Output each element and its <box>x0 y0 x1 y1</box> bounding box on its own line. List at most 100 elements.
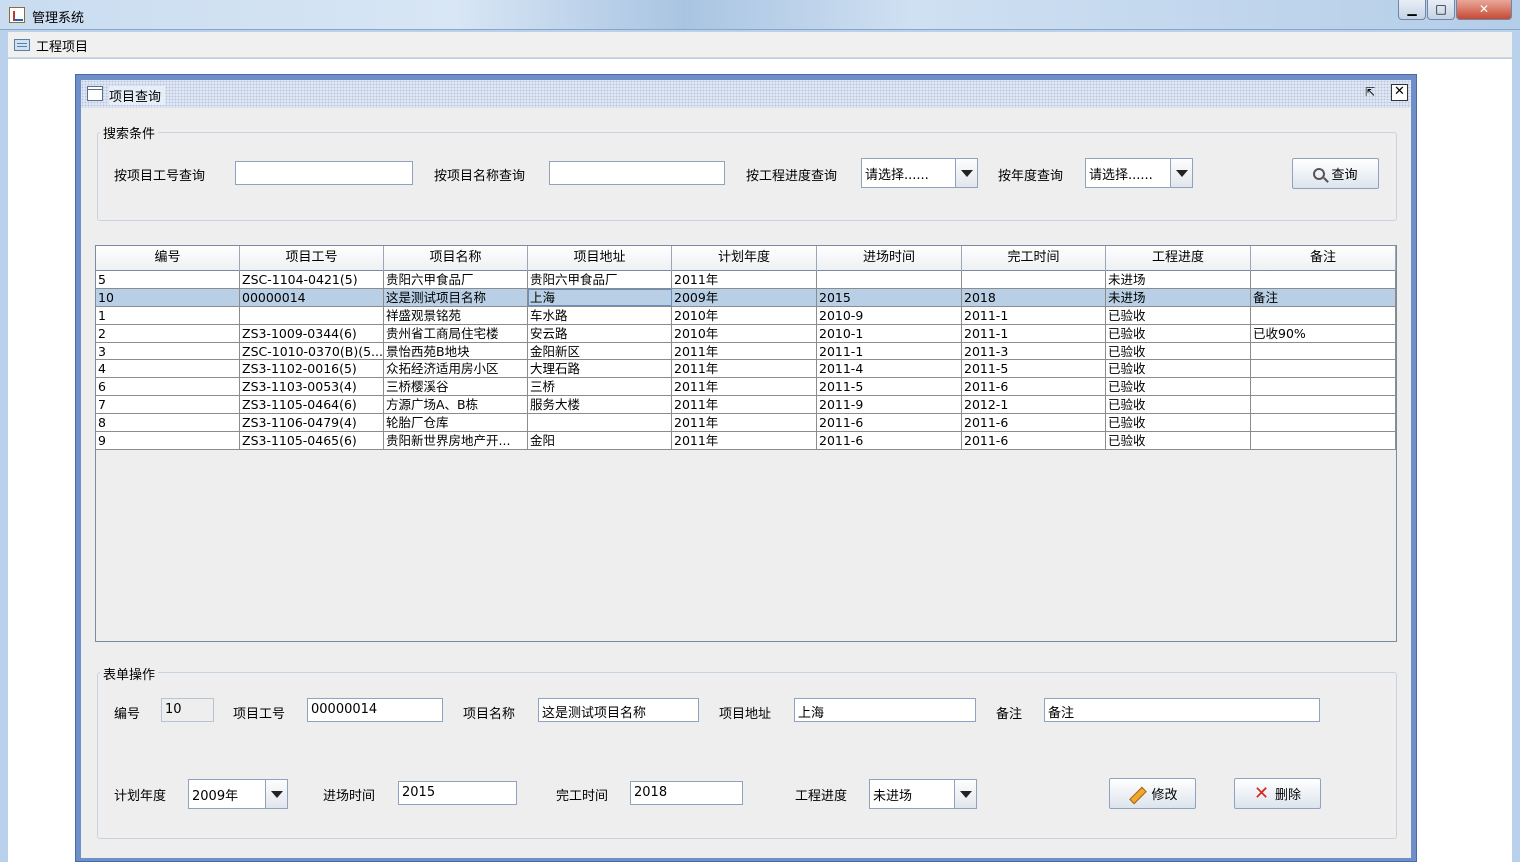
table-cell[interactable]: 众拓经济适用房小区 <box>384 360 528 378</box>
column-header[interactable]: 项目工号 <box>240 246 384 271</box>
table-cell[interactable]: 已验收 <box>1106 396 1251 414</box>
table-cell[interactable] <box>1251 396 1396 414</box>
table-cell[interactable]: 5 <box>96 271 240 288</box>
table-cell[interactable]: 2011年 <box>672 378 817 396</box>
maximize-button[interactable]: □ <box>1427 0 1455 20</box>
table-cell[interactable]: 已验收 <box>1106 414 1251 432</box>
minimize-button[interactable]: ▁ <box>1398 0 1426 20</box>
query-button[interactable]: 查询 <box>1292 158 1379 189</box>
form-name-input[interactable]: 这是测试项目名称 <box>538 698 699 722</box>
table-row[interactable]: 4 ZS3-1102-0016(5) 众拓经济适用房小区 大理石路 2011年 2011-… <box>96 360 1396 379</box>
table-cell[interactable]: 服务大楼 <box>528 396 672 414</box>
table-cell[interactable]: 2011年 <box>672 271 817 288</box>
column-header[interactable]: 完工时间 <box>962 246 1106 271</box>
table-cell[interactable] <box>240 306 384 324</box>
table-cell[interactable]: 已验收 <box>1106 360 1251 378</box>
delete-button[interactable]: ✕ 删除 <box>1234 778 1321 809</box>
table-cell[interactable]: 2011-1 <box>962 324 1106 342</box>
table-cell[interactable]: 2011-9 <box>817 396 962 414</box>
table-cell[interactable]: 2011-5 <box>962 360 1106 378</box>
table-cell[interactable]: 已验收 <box>1106 378 1251 396</box>
table-cell[interactable]: 2011-1 <box>962 306 1106 324</box>
table-cell[interactable]: 三桥 <box>528 378 672 396</box>
table-row[interactable]: 2 ZS3-1009-0344(6) 贵州省工商局住宅楼 安云路 2010年 2010-1… <box>96 324 1396 343</box>
table-cell[interactable]: 2011-4 <box>817 360 962 378</box>
search-code-input[interactable] <box>235 161 413 185</box>
search-year-select[interactable]: 请选择...... <box>1085 158 1193 188</box>
form-finish-input[interactable]: 2018 <box>630 781 743 805</box>
table-row[interactable]: 6 ZS3-1103-0053(4) 三桥樱溪谷 三桥 2011年 2011-5 2011-… <box>96 378 1396 397</box>
table-row[interactable]: 5 ZSC-1104-0421(5) 贵阳六甲食品厂 贵阳六甲食品厂 2011年 未进场 <box>96 271 1396 289</box>
table-cell[interactable] <box>1251 342 1396 360</box>
table-cell[interactable]: 4 <box>96 360 240 378</box>
table-cell[interactable]: 已验收 <box>1106 324 1251 342</box>
table-cell[interactable]: 7 <box>96 396 240 414</box>
table-cell[interactable]: 贵阳六甲食品厂 <box>528 271 672 288</box>
table-cell[interactable]: 2011年 <box>672 432 817 449</box>
table-cell[interactable]: 安云路 <box>528 324 672 342</box>
table-cell[interactable]: 景怡西苑B地块 <box>384 342 528 360</box>
table-cell[interactable]: ZS3-1105-0465(6) <box>240 432 384 449</box>
table-cell[interactable]: 2011-3 <box>962 342 1106 360</box>
table-cell[interactable]: ZS3-1009-0344(6) <box>240 324 384 342</box>
table-cell[interactable]: 00000014 <box>240 288 384 306</box>
table-cell[interactable]: 这是测试项目名称 <box>384 288 528 306</box>
table-cell[interactable]: 三桥樱溪谷 <box>384 378 528 396</box>
table-cell[interactable]: 2011年 <box>672 360 817 378</box>
table-cell[interactable]: 已验收 <box>1106 342 1251 360</box>
table-cell[interactable]: 2011-6 <box>962 432 1106 449</box>
table-cell[interactable] <box>817 271 962 288</box>
table-row[interactable]: 8 ZS3-1106-0479(4) 轮胎厂仓库 2011年 2011-6 2011-6 已… <box>96 414 1396 433</box>
frame-close-icon[interactable]: ✕ <box>1391 84 1408 101</box>
table-cell[interactable]: 8 <box>96 414 240 432</box>
table-cell[interactable] <box>1251 271 1396 288</box>
table-cell[interactable]: 2010-9 <box>817 306 962 324</box>
search-progress-select[interactable]: 请选择...... <box>861 158 978 188</box>
table-cell[interactable]: 2009年 <box>672 288 817 306</box>
table-cell[interactable] <box>1251 432 1396 449</box>
table-cell[interactable]: 已收90% <box>1251 324 1396 342</box>
table-cell[interactable] <box>962 271 1106 288</box>
internal-frame-titlebar[interactable]: 项目查询 ⇱ ✕ <box>81 80 1411 108</box>
search-name-input[interactable] <box>549 161 725 185</box>
table-row[interactable]: 10 00000014 这是测试项目名称 上海 2009年 2015 2018 未进场 备注 <box>96 288 1396 307</box>
table-cell[interactable]: 2011-1 <box>817 342 962 360</box>
table-cell[interactable]: 2010年 <box>672 306 817 324</box>
project-table[interactable]: 编号 项目工号 项目名称 项目地址 计划年度 进场时间 完工时间 工程进度 备注… <box>95 245 1397 642</box>
column-header[interactable]: 计划年度 <box>672 246 817 271</box>
close-button[interactable]: ✕ <box>1456 0 1512 20</box>
table-cell[interactable]: 方源广场A、B栋 <box>384 396 528 414</box>
restore-icon[interactable]: ⇱ <box>1361 85 1379 101</box>
table-cell[interactable]: 2011年 <box>672 342 817 360</box>
table-cell[interactable]: 2011-6 <box>817 414 962 432</box>
table-cell[interactable]: 车水路 <box>528 306 672 324</box>
column-header[interactable]: 工程进度 <box>1106 246 1251 271</box>
table-cell[interactable] <box>1251 306 1396 324</box>
table-cell[interactable]: ZSC-1010-0370(B)(5... <box>240 342 384 360</box>
edit-button[interactable]: 修改 <box>1109 778 1196 809</box>
form-note-input[interactable]: 备注 <box>1044 698 1320 722</box>
table-cell[interactable]: ZSC-1104-0421(5) <box>240 271 384 288</box>
table-cell[interactable]: 2011年 <box>672 414 817 432</box>
table-cell[interactable]: 2011-6 <box>817 432 962 449</box>
table-cell[interactable]: 2015 <box>817 288 962 306</box>
table-cell[interactable]: 金阳新区 <box>528 342 672 360</box>
chevron-down-icon[interactable] <box>265 780 287 808</box>
table-cell[interactable]: 贵阳新世界房地产开... <box>384 432 528 449</box>
table-cell[interactable]: 未进场 <box>1106 288 1251 306</box>
column-header[interactable]: 项目名称 <box>384 246 528 271</box>
table-cell[interactable]: 轮胎厂仓库 <box>384 414 528 432</box>
table-cell[interactable] <box>1251 378 1396 396</box>
column-header[interactable]: 进场时间 <box>817 246 962 271</box>
table-row[interactable]: 1 祥盛观景铭苑 车水路 2010年 2010-9 2011-1 已验收 <box>96 306 1396 325</box>
table-cell[interactable] <box>528 414 672 432</box>
table-cell[interactable]: 3 <box>96 342 240 360</box>
table-cell[interactable]: 贵州省工商局住宅楼 <box>384 324 528 342</box>
column-header[interactable]: 项目地址 <box>528 246 672 271</box>
chevron-down-icon[interactable] <box>1170 159 1192 187</box>
table-cell[interactable]: ZS3-1103-0053(4) <box>240 378 384 396</box>
table-cell[interactable]: 已验收 <box>1106 432 1251 449</box>
table-cell[interactable]: 2010-1 <box>817 324 962 342</box>
form-code-input[interactable]: 00000014 <box>307 698 443 722</box>
table-row[interactable]: 9 ZS3-1105-0465(6) 贵阳新世界房地产开... 金阳 2011年 2011… <box>96 432 1396 450</box>
